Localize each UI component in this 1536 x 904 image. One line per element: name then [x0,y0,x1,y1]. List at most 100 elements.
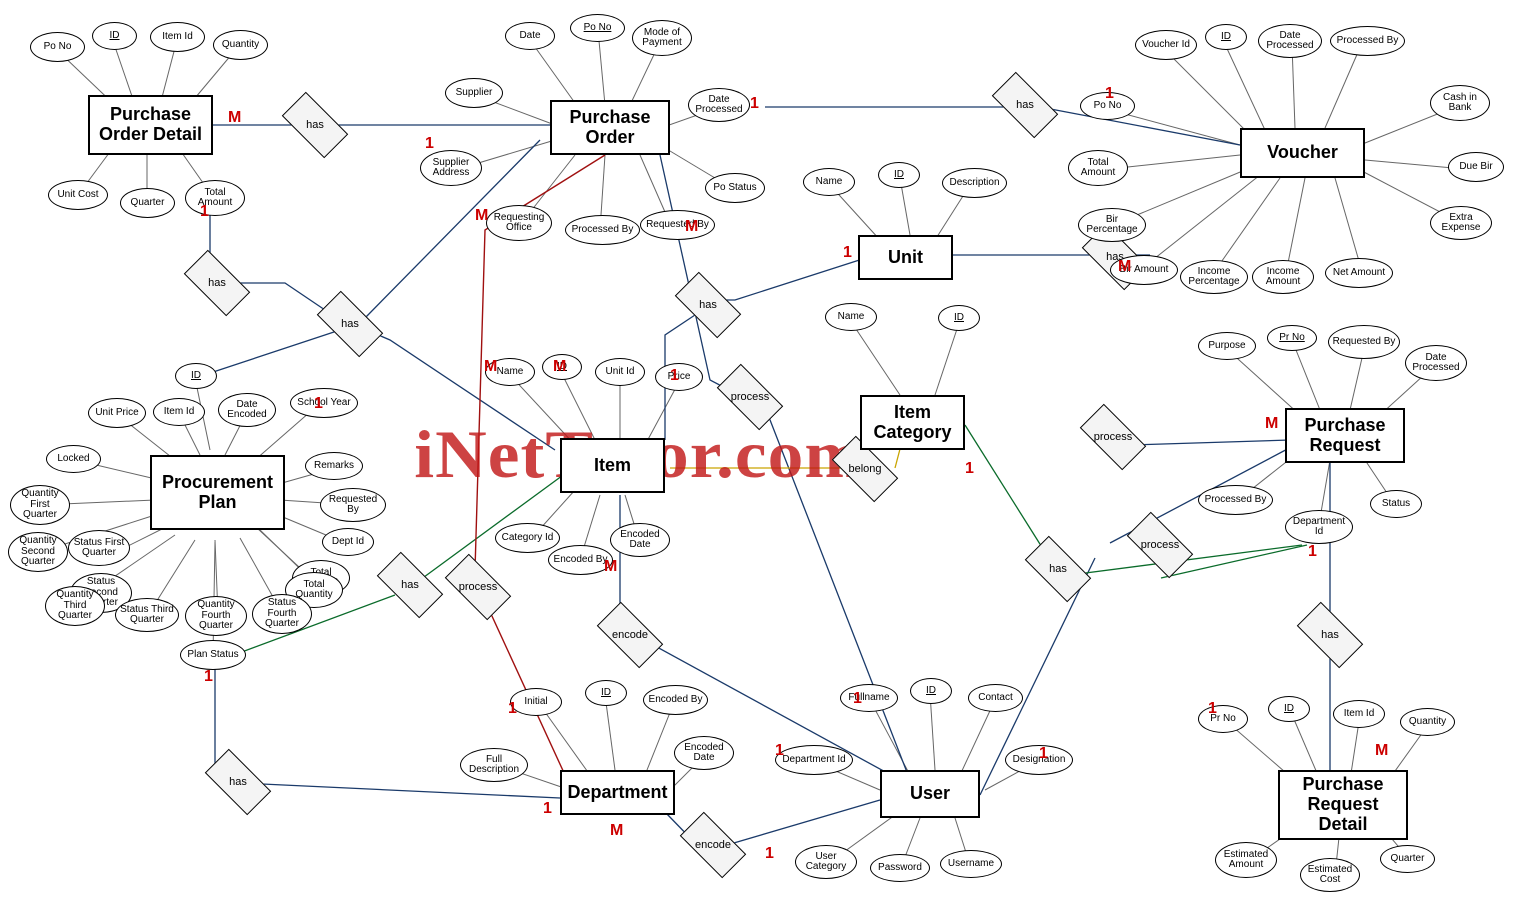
rel-has-itemcat-pr: has [1028,552,1088,586]
attr-v-procby: Processed By [1330,26,1405,56]
card-1: 1 [204,668,213,686]
attr-unit-name: Name [803,168,855,196]
attr-v-birpct: Bir Percentage [1078,208,1146,242]
attr-unit-desc: Description [942,168,1007,198]
card-1: 1 [750,95,759,113]
card-1: 1 [200,203,209,221]
attr-plan-dateenc: Date Encoded [218,393,276,427]
attr-plan-q4: Quantity Fourth Quarter [185,596,247,636]
attr-unit-id: ID [878,162,920,188]
card-m: M [1265,415,1278,433]
attr-po-reqby: Requested By [640,210,715,240]
attr-v-net: Net Amount [1325,258,1393,288]
card-1: 1 [965,460,974,478]
attr-po-dateproc: Date Processed [688,88,750,122]
card-m: M [1118,258,1131,276]
card-m: M [1375,742,1388,760]
rel-has-pod-item: has [187,266,247,300]
attr-pr-purpose: Purpose [1198,332,1256,360]
attr-v-duebir: Due Bir [1448,152,1504,182]
attr-user-cat: User Category [795,845,857,879]
attr-po-supaddr: Supplier Address [420,150,482,186]
attr-pr-reqby: Requested By [1328,325,1400,359]
card-1: 1 [314,395,323,413]
attr-pod-unitcost: Unit Cost [48,180,108,210]
attr-v-cash: Cash in Bank [1430,85,1490,121]
rel-process-po-item: process [720,380,780,414]
attr-prd-id: ID [1268,696,1310,722]
rel-has-po-voucher: has [995,88,1055,122]
attr-plan-sy: School Year [290,388,358,418]
attr-item-price: Price [655,363,703,391]
rel-has-pod-po: has [285,108,345,142]
attr-item-encdate: Encoded Date [610,523,670,557]
attr-po-pono: Po No [570,14,625,42]
card-1: 1 [765,845,774,863]
attr-user-dept: Department Id [775,745,853,775]
attr-dept-initial: Initial [510,688,562,716]
entity-unit: Unit [858,235,953,280]
rel-has-unit-item: has [678,288,738,322]
attr-plan-unitprice: Unit Price [88,398,146,428]
attr-v-extra: Extra Expense [1430,206,1492,240]
attr-plan-reqby: Requested By [320,488,386,522]
card-m: M [610,822,623,840]
attr-pod-id: ID [92,22,137,50]
card-m: M [484,358,497,376]
attr-pr-status: Status [1370,490,1422,518]
attr-plan-q3: Quantity Third Quarter [45,586,105,626]
attr-plan-deptid: Dept Id [322,528,374,556]
attr-v-id: ID [1205,24,1247,50]
entity-user: User [880,770,980,818]
attr-plan-id: ID [175,363,217,389]
attr-pod-pono: Po No [30,32,85,62]
attr-pr-dept: Department Id [1285,510,1353,544]
card-1: 1 [853,690,862,708]
rel-belong-item-cat: belong [835,452,895,486]
attr-plan-status: Plan Status [180,640,246,670]
card-1: 1 [543,800,552,818]
entity-procurement-plan: Procurement Plan [150,455,285,530]
attr-dept-id: ID [585,680,627,706]
card-1: 1 [775,742,784,760]
card-1: 1 [1208,700,1217,718]
attr-cat-id: ID [938,305,980,331]
card-1: 1 [843,244,852,262]
attr-pod-itemid: Item Id [150,22,205,52]
card-m: M [553,358,566,376]
attr-prd-prno: Pr No [1198,705,1248,733]
entity-purchase-order: Purchase Order [550,100,670,155]
attr-pr-procby: Processed By [1198,485,1273,515]
rel-process-user-pr: process [1083,420,1143,454]
attr-plan-s1: Status First Quarter [68,530,130,566]
attr-plan-locked: Locked [46,445,101,473]
attr-prd-estcost: Estimated Cost [1300,858,1360,892]
attr-prd-estamt: Estimated Amount [1215,842,1277,878]
rel-process-dept: process [448,570,508,604]
card-1: 1 [425,135,434,153]
entity-purchase-request: Purchase Request [1285,408,1405,463]
rel-has-pplan-dept: has [208,765,268,799]
entity-item: Item [560,438,665,493]
card-m: M [604,558,617,576]
attr-plan-s3: Status Third Quarter [115,598,179,632]
attr-pod-total: Total Amount [185,180,245,216]
card-m: M [228,109,241,127]
rel-has-item-pplan: has [380,568,440,602]
card-m: M [475,207,488,225]
entity-purchase-request-detail: Purchase Request Detail [1278,770,1408,840]
attr-po-procby: Processed By [565,215,640,245]
card-1: 1 [670,367,679,385]
rel-has-pr-prd: has [1300,618,1360,652]
rel-encode-dept-user: encode [683,828,743,862]
attr-v-incamt: Income Amount [1252,260,1314,294]
card-1: 1 [1105,85,1114,103]
attr-user-pw: Password [870,854,930,882]
card-1: 1 [508,700,517,718]
rel-encode-item-user: encode [600,618,660,652]
attr-plan-itemid: Item Id [153,398,205,426]
entity-department: Department [560,770,675,815]
attr-user-id: ID [910,678,952,704]
attr-cat-name: Name [825,303,877,331]
entity-purchase-order-detail: Purchase Order Detail [88,95,213,155]
